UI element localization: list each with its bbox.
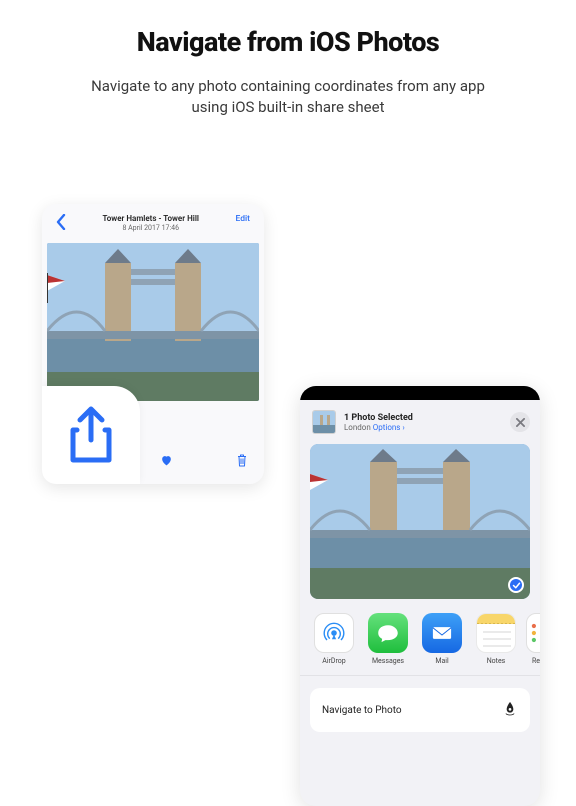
share-photo-preview[interactable] bbox=[310, 444, 530, 599]
messages-icon bbox=[368, 613, 408, 653]
share-app-mail[interactable]: Mail bbox=[418, 613, 466, 665]
edit-button[interactable]: Edit bbox=[235, 214, 250, 224]
share-app-row: AirDrop Messages Mail Notes Re bbox=[300, 599, 540, 676]
share-header-subtitle: London Options › bbox=[344, 423, 502, 432]
close-button[interactable] bbox=[510, 412, 530, 432]
photos-bottombar bbox=[140, 444, 264, 484]
page-title: Navigate from iOS Photos bbox=[0, 26, 576, 58]
photo-title-block: Tower Hamlets - Tower Hill 8 April 2017 … bbox=[102, 214, 199, 232]
share-button[interactable] bbox=[42, 386, 140, 484]
photo-main[interactable] bbox=[47, 243, 259, 401]
device-notch bbox=[300, 386, 540, 400]
page-subtitle: Navigate to any photo containing coordin… bbox=[88, 76, 488, 118]
navigate-action-row[interactable]: Navigate to Photo bbox=[310, 688, 530, 732]
navigate-icon bbox=[502, 700, 518, 720]
share-thumbnail[interactable] bbox=[312, 410, 336, 434]
notes-icon bbox=[476, 613, 516, 653]
photo-date-time: 8 April 2017 17:46 bbox=[102, 224, 199, 232]
close-icon bbox=[516, 418, 525, 427]
navigate-action-label: Navigate to Photo bbox=[322, 705, 402, 716]
airdrop-icon bbox=[314, 613, 354, 653]
share-app-airdrop[interactable]: AirDrop bbox=[310, 613, 358, 665]
photos-detail-card: Tower Hamlets - Tower Hill 8 April 2017 … bbox=[42, 204, 264, 484]
reminders-icon bbox=[526, 613, 540, 653]
mail-icon bbox=[422, 613, 462, 653]
share-app-reminders[interactable]: Re bbox=[526, 613, 540, 665]
share-app-notes[interactable]: Notes bbox=[472, 613, 520, 665]
heart-icon bbox=[160, 454, 173, 467]
options-button[interactable]: Options › bbox=[373, 423, 405, 432]
favorite-button[interactable] bbox=[160, 452, 173, 471]
photo-location-title: Tower Hamlets - Tower Hill bbox=[102, 214, 199, 223]
share-app-messages[interactable]: Messages bbox=[364, 613, 412, 665]
delete-button[interactable] bbox=[236, 452, 248, 471]
share-sheet-card: 1 Photo Selected London Options › bbox=[300, 386, 540, 806]
share-header: 1 Photo Selected London Options › bbox=[300, 400, 540, 442]
back-button[interactable] bbox=[56, 214, 66, 233]
chevron-left-icon bbox=[56, 214, 66, 230]
share-header-title: 1 Photo Selected bbox=[344, 413, 502, 423]
photos-topbar: Tower Hamlets - Tower Hill 8 April 2017 … bbox=[42, 204, 264, 241]
share-icon bbox=[66, 406, 116, 464]
trash-icon bbox=[236, 453, 248, 467]
selected-check-icon bbox=[508, 577, 524, 593]
